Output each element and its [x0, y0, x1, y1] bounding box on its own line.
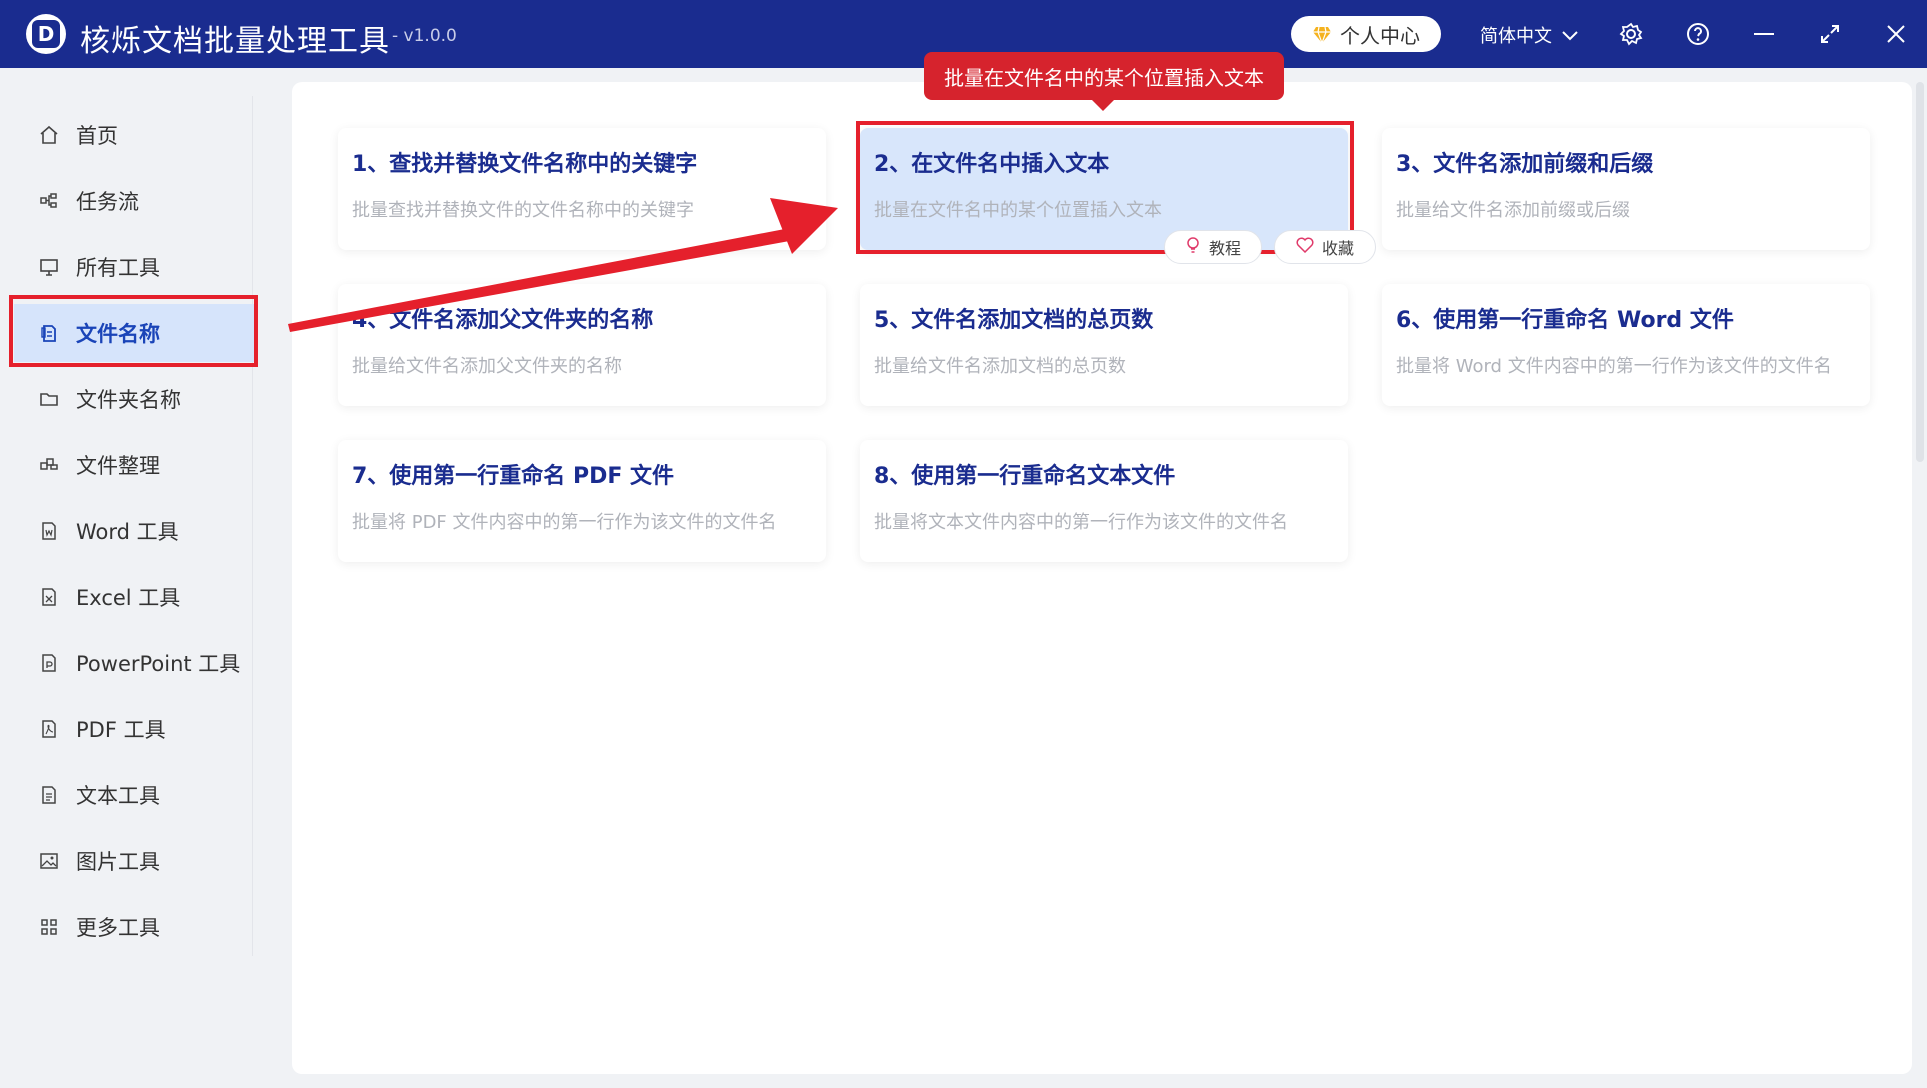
tool-card-rename-word[interactable]: 6、使用第一行重命名 Word 文件 批量将 Word 文件内容中的第一行作为该…: [1382, 284, 1870, 406]
close-icon[interactable]: [1880, 18, 1912, 50]
maximize-icon[interactable]: [1814, 18, 1846, 50]
app-version: - v1.0.0: [392, 26, 457, 46]
sidebar-item-label: 文件夹名称: [76, 388, 181, 412]
sidebar-item-label: Excel 工具: [76, 586, 181, 610]
favorite-button[interactable]: 收藏: [1274, 230, 1376, 264]
heart-icon: [1296, 237, 1314, 257]
sidebar-item-label: 所有工具: [76, 256, 160, 280]
vip-diamond-icon: [1312, 25, 1332, 45]
language-select[interactable]: 简体中文: [1480, 22, 1578, 48]
sidebar-item-image-tools[interactable]: 图片工具: [14, 832, 254, 890]
tool-card-desc: 批量给文件名添加父文件夹的名称: [352, 356, 622, 377]
tool-card-desc: 批量将 PDF 文件内容中的第一行作为该文件的文件名: [352, 512, 777, 533]
help-icon[interactable]: [1682, 18, 1714, 50]
tool-card-title: 8、使用第一行重命名文本文件: [874, 464, 1176, 489]
sidebar-item-excel-tools[interactable]: Excel 工具: [14, 568, 254, 626]
sidebar-item-file-organize[interactable]: 文件整理: [14, 436, 254, 494]
tool-card-title: 6、使用第一行重命名 Word 文件: [1396, 308, 1734, 333]
sidebar-item-pdf-tools[interactable]: PDF 工具: [14, 700, 254, 758]
tutorial-button[interactable]: 教程: [1164, 230, 1262, 264]
chevron-down-icon: [1562, 25, 1578, 46]
app-title: 核烁文档批量处理工具: [80, 24, 390, 59]
tool-card-title: 4、文件名添加父文件夹的名称: [352, 308, 654, 333]
folder-icon: [38, 388, 60, 410]
app-logo-letter: D: [32, 20, 60, 48]
sidebar-item-folder-name[interactable]: 文件夹名称: [14, 370, 254, 428]
minimize-icon[interactable]: [1748, 18, 1780, 50]
powerpoint-icon: [38, 652, 60, 674]
tool-card-desc: 批量给文件名添加前缀或后缀: [1396, 200, 1630, 221]
sidebar-item-label: 图片工具: [76, 850, 160, 874]
tool-card-parent-folder[interactable]: 4、文件名添加父文件夹的名称 批量给文件名添加父文件夹的名称: [338, 284, 826, 406]
monitor-icon: [38, 256, 60, 278]
tool-card-find-replace[interactable]: 1、查找并替换文件名称中的关键字 批量查找并替换文件的文件名称中的关键字: [338, 128, 826, 250]
tool-card-title: 7、使用第一行重命名 PDF 文件: [352, 464, 675, 489]
sidebar-item-all-tools[interactable]: 所有工具: [14, 238, 254, 296]
lightbulb-icon: [1185, 236, 1201, 258]
tooltip: 批量在文件名中的某个位置插入文本: [924, 52, 1284, 100]
settings-gear-icon[interactable]: [1615, 18, 1647, 50]
language-label: 简体中文: [1480, 26, 1552, 47]
sidebar-item-label: Word 工具: [76, 520, 179, 544]
tool-card-rename-pdf[interactable]: 7、使用第一行重命名 PDF 文件 批量将 PDF 文件内容中的第一行作为该文件…: [338, 440, 826, 562]
sidebar-item-workflow[interactable]: 任务流: [14, 172, 254, 230]
scrollbar[interactable]: [1916, 82, 1924, 462]
tooltip-tail: [1091, 99, 1115, 111]
organize-icon: [38, 454, 60, 476]
workflow-icon: [38, 190, 60, 212]
sidebar-item-label: 文件整理: [76, 454, 160, 478]
sidebar-item-label: 首页: [76, 124, 118, 148]
excel-icon: [38, 586, 60, 608]
text-icon: [38, 784, 60, 806]
image-icon: [38, 850, 60, 872]
sidebar-item-home[interactable]: 首页: [14, 106, 254, 164]
sidebar-item-label: 更多工具: [76, 916, 160, 940]
sidebar-item-label: 任务流: [76, 190, 139, 214]
tool-card-page-count[interactable]: 5、文件名添加文档的总页数 批量给文件名添加文档的总页数: [860, 284, 1348, 406]
sidebar-item-text-tools[interactable]: 文本工具: [14, 766, 254, 824]
tool-card-prefix-suffix[interactable]: 3、文件名添加前缀和后缀 批量给文件名添加前缀或后缀: [1382, 128, 1870, 250]
tool-card-desc: 批量给文件名添加文档的总页数: [874, 356, 1126, 377]
tool-card-title: 3、文件名添加前缀和后缀: [1396, 152, 1654, 177]
tutorial-label: 教程: [1208, 239, 1241, 258]
sidebar-item-more-tools[interactable]: 更多工具: [14, 898, 254, 956]
sidebar-item-label: 文本工具: [76, 784, 160, 808]
active-item-highlight-box: [9, 295, 258, 367]
pdf-icon: [38, 718, 60, 740]
tool-card-desc: 批量将文本文件内容中的第一行作为该文件的文件名: [874, 512, 1288, 533]
tool-card-rename-text[interactable]: 8、使用第一行重命名文本文件 批量将文本文件内容中的第一行作为该文件的文件名: [860, 440, 1348, 562]
sidebar-item-label: PowerPoint 工具: [76, 652, 241, 676]
sidebar-item-powerpoint-tools[interactable]: PowerPoint 工具: [14, 634, 254, 692]
favorite-label: 收藏: [1321, 239, 1354, 258]
tool-card-title: 1、查找并替换文件名称中的关键字: [352, 152, 698, 177]
sidebar-item-label: PDF 工具: [76, 718, 166, 742]
home-icon: [38, 124, 60, 146]
sidebar-item-word-tools[interactable]: Word 工具: [14, 502, 254, 560]
user-center-button[interactable]: 个人中心: [1291, 16, 1441, 52]
app-logo: D: [26, 14, 66, 54]
tool-card-title: 5、文件名添加文档的总页数: [874, 308, 1154, 333]
word-icon: [38, 520, 60, 542]
grid-icon: [38, 916, 60, 938]
tool-card-desc: 批量将 Word 文件内容中的第一行作为该文件的文件名: [1396, 356, 1832, 377]
tool-card-desc: 批量查找并替换文件的文件名称中的关键字: [352, 200, 694, 221]
user-center-label: 个人中心: [1340, 23, 1420, 48]
